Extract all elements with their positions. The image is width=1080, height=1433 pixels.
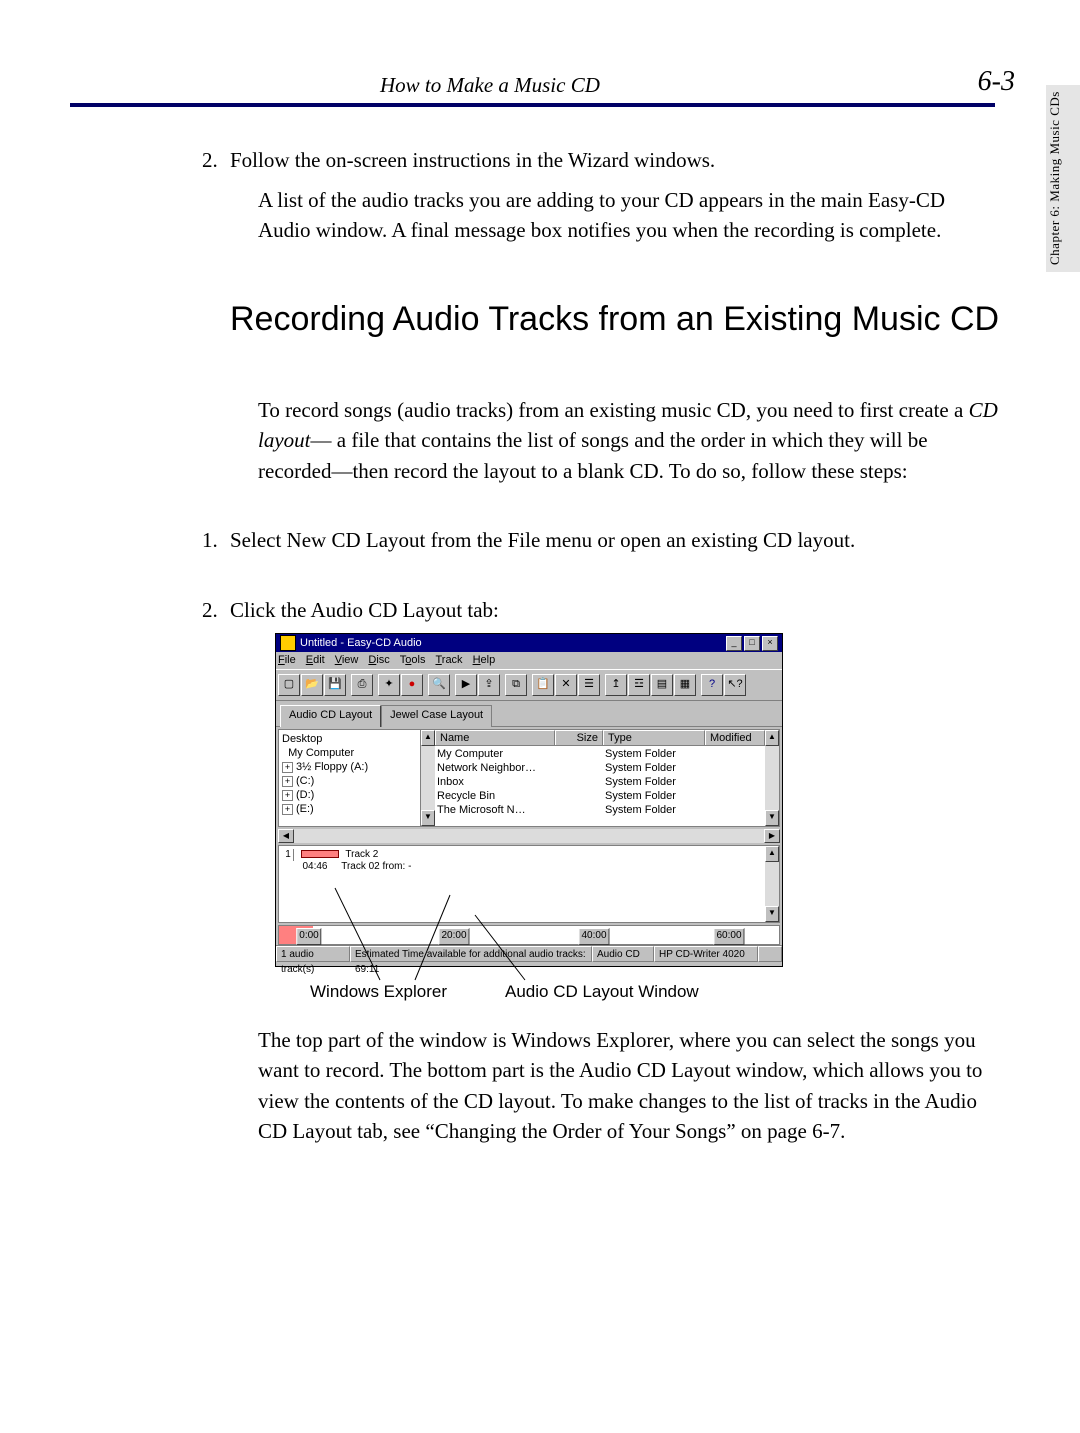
record-icon[interactable]: ● [401,674,423,696]
col-size[interactable]: Size [555,730,603,745]
paste-icon[interactable]: 📋 [532,674,554,696]
new-icon[interactable]: ▢ [278,674,300,696]
help-icon[interactable]: ? [701,674,723,696]
header-rule [70,103,995,107]
scroll-left-icon[interactable]: ◀ [278,829,294,843]
tab-audio-cd-layout[interactable]: Audio CD Layout [280,705,381,727]
list-scrollbar[interactable]: ▲ ▼ [765,730,779,826]
intro-part-a: To record songs (audio tracks) from an e… [258,398,969,422]
callout-windows-explorer: Windows Explorer [310,980,447,1005]
step-text: Click the Audio CD Layout tab: [230,598,499,622]
copy-icon[interactable]: ⧉ [505,674,527,696]
track-index: 1 [283,849,294,861]
chapter-side-tab: Chapter 6: Making Music CDs [1046,85,1080,272]
wizard-icon[interactable]: ✦ [378,674,400,696]
tree-root[interactable]: Desktop [282,732,418,746]
close-button[interactable]: × [762,636,778,651]
extract-icon[interactable]: ⇪ [478,674,500,696]
details-icon[interactable]: ▤ [651,674,673,696]
props-icon[interactable]: ☰ [578,674,600,696]
step-number: 2. [202,595,218,625]
step-2b-line: 2. Click the Audio CD Layout tab: [230,595,990,625]
col-type[interactable]: Type [603,730,705,745]
callout-audio-cd-layout: Audio CD Layout Window [505,980,699,1005]
track-time: 04:46 [302,861,327,872]
col-modified[interactable]: Modified [705,730,765,745]
menu-tools[interactable]: Tools [400,653,426,669]
track-from: Track 02 from: - [341,861,411,872]
step-text: Select New CD Layout from the File menu … [230,528,855,552]
up-icon[interactable]: ↥ [605,674,627,696]
list-item[interactable]: Network Neighbor…System Folder [437,761,763,775]
menu-file[interactable]: File [278,653,296,669]
intro-part-b: — a file that contains the list of songs… [258,428,928,482]
tree-scrollbar[interactable]: ▲ ▼ [421,730,435,826]
step-2-paragraph: A list of the audio tracks you are addin… [258,185,990,246]
scroll-down-icon[interactable]: ▼ [421,810,435,826]
scroll-up-icon[interactable]: ▲ [765,730,779,746]
find-icon[interactable]: 🔍 [428,674,450,696]
whats-this-icon[interactable]: ↖? [724,674,746,696]
window-title: Untitled - Easy-CD Audio [300,634,422,652]
app-icon [280,635,296,651]
page-number: 6-3 [978,62,1015,103]
running-head: How to Make a Music CD [380,70,1000,100]
menu-edit[interactable]: Edit [306,653,325,669]
menu-track[interactable]: Track [435,653,462,669]
list-header[interactable]: Name Size Type Modified [435,730,765,746]
track-bar-icon[interactable] [301,850,339,858]
play-icon[interactable]: ▶ [455,674,477,696]
col-name[interactable]: Name [435,730,555,745]
menu-view[interactable]: View [335,653,359,669]
grid-icon[interactable]: ▦ [674,674,696,696]
tree-item[interactable]: +3½ Floppy (A:) [282,760,418,774]
horizontal-scrollbar[interactable]: ◀ ▶ [278,829,780,843]
tabstrip: Audio CD Layout Jewel Case Layout [276,701,782,727]
minimize-button[interactable]: _ [726,636,742,651]
open-icon[interactable]: 📂 [301,674,323,696]
scroll-up-icon[interactable]: ▲ [765,846,779,862]
maximize-button[interactable]: □ [744,636,760,651]
list-item[interactable]: The Microsoft N…System Folder [437,803,763,817]
step-text: Follow the on-screen instructions in the… [230,148,715,172]
file-list[interactable]: Name Size Type Modified My ComputerSyste… [435,730,779,826]
list-item[interactable]: InboxSystem Folder [437,775,763,789]
step-1-line: 1. Select New CD Layout from the File me… [230,525,990,555]
section-intro: To record songs (audio tracks) from an e… [258,395,998,486]
step-number: 1. [202,525,218,555]
titlebar[interactable]: Untitled - Easy-CD Audio _ □ × [276,634,782,652]
screenshot-callouts: Windows Explorer Audio CD Layout Window [275,965,785,1005]
delete-icon[interactable]: ✕ [555,674,577,696]
tree-item[interactable]: +(C:) [282,774,418,788]
tree-item[interactable]: +(D:) [282,788,418,802]
print-icon[interactable]: ⎙ [351,674,373,696]
list-item[interactable]: My ComputerSystem Folder [437,747,763,761]
tab-jewel-case-layout[interactable]: Jewel Case Layout [381,705,492,727]
track-name: Track 2 [345,849,378,860]
section-heading: Recording Audio Tracks from an Existing … [230,298,1000,341]
folder-tree[interactable]: Desktop My Computer +3½ Floppy (A:) +(C:… [279,730,421,826]
tree-item[interactable]: +(E:) [282,802,418,816]
save-icon[interactable]: 💾 [324,674,346,696]
step-number: 2. [202,145,218,175]
scroll-up-icon[interactable]: ▲ [421,730,435,746]
menu-disc[interactable]: Disc [368,653,389,669]
menu-help[interactable]: Help [473,653,496,669]
step-2-line: 2. Follow the on-screen instructions in … [230,145,990,175]
tree-item[interactable]: My Computer [282,746,418,760]
toolbar: ▢ 📂 💾 ⎙ ✦ ● 🔍 ▶ ⇪ ⧉ 📋 ✕ ☰ ↥ ☲ ▤ ▦ ? ↖? [276,669,782,701]
list-item[interactable]: Recycle BinSystem Folder [437,789,763,803]
menubar: File Edit View Disc Tools Track Help [276,652,782,669]
after-screenshot-paragraph: The top part of the window is Windows Ex… [258,1025,998,1147]
scroll-down-icon[interactable]: ▼ [765,810,779,826]
scroll-right-icon[interactable]: ▶ [764,829,780,843]
list-icon[interactable]: ☲ [628,674,650,696]
explorer-panes: Desktop My Computer +3½ Floppy (A:) +(C:… [278,729,780,827]
